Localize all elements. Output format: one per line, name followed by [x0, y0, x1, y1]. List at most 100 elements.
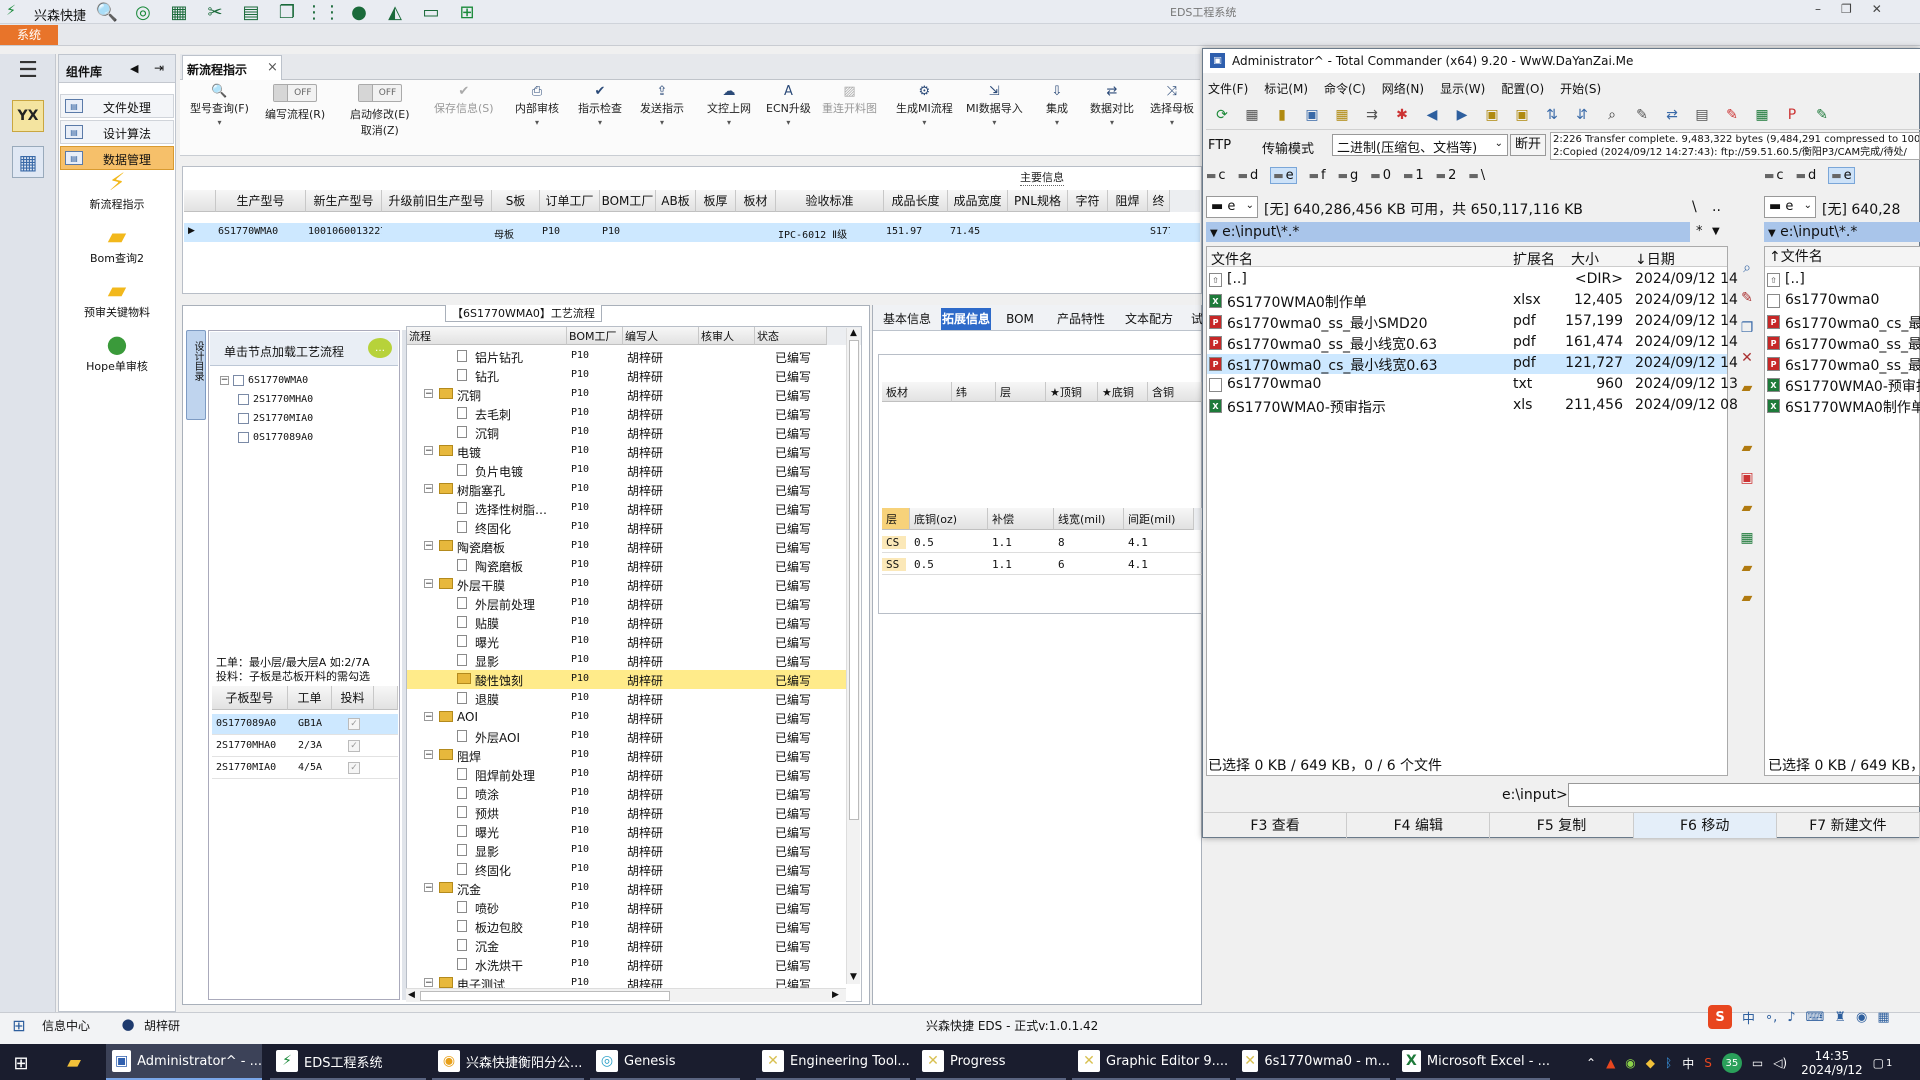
info-tab-1[interactable]: 拓展信息 [941, 308, 991, 330]
grid1-col[interactable]: 含铜 [1148, 382, 1202, 402]
close-icon[interactable]: ✕ [1872, 2, 1882, 16]
excel-icon[interactable]: ▦ [1750, 104, 1774, 126]
rename-icon[interactable]: ✎ [1630, 104, 1654, 126]
toolbar-button-2[interactable]: OFF 启动修改(E) 取消(Z) [350, 84, 410, 138]
scissors-icon[interactable]: ✂ [204, 2, 226, 23]
file-col-2[interactable]: 大小 [1571, 249, 1599, 269]
chart-icon[interactable]: ◭ [384, 2, 406, 23]
drive-button-d[interactable]: ▬ d [1796, 168, 1817, 183]
tree-expander-icon[interactable]: − [424, 750, 433, 760]
taskbar-item-8[interactable]: X Microsoft Excel - ... [1396, 1044, 1550, 1080]
toolbar-button-10[interactable]: ⚙ 生成MI流程 ▾ [896, 84, 953, 127]
toolbar-button-13[interactable]: ⇄ 数据对比 ▾ [1090, 84, 1134, 127]
ftp-log[interactable]: 2:226 Transfer complete. 9,483,322 bytes… [1550, 132, 1920, 160]
fkey-button-0[interactable]: F3 查看 [1204, 813, 1348, 838]
sogou-icon[interactable]: S [1708, 1005, 1732, 1029]
flow-row[interactable]: 显影 P10 胡梓研 已编写 [407, 651, 847, 670]
drive-button-2[interactable]: ▬ 2 [1436, 168, 1457, 183]
main-info-col[interactable]: S板 [492, 190, 540, 212]
grid2-row[interactable]: CS 0.5 1.1 8 4.1 [882, 532, 1202, 553]
minimize-icon[interactable]: – [1815, 2, 1821, 16]
search-icon[interactable]: ⌕ [1600, 104, 1624, 126]
taskbar-item-6[interactable]: ✕ Graphic Editor 9.... [1072, 1044, 1230, 1080]
taskbar-item-4[interactable]: ✕ Engineering Tool... [756, 1044, 910, 1080]
flow-row[interactable]: 钻孔 P10 胡梓研 已编写 [407, 366, 847, 385]
drive-button-c[interactable]: ▬ c [1764, 168, 1784, 183]
main-info-col[interactable]: 成品宽度 [948, 190, 1008, 212]
toolbar-button-1[interactable]: OFF 编写流程(R) [265, 84, 325, 122]
sub-board-feed-checkbox[interactable]: ✓ [348, 762, 360, 774]
flow-row[interactable]: 负片电镀 P10 胡梓研 已编写 [407, 461, 847, 480]
collapse-left-icon[interactable]: ◀ [130, 62, 138, 75]
cmd-input[interactable] [1568, 783, 1920, 807]
drive-button-f[interactable]: ▬ f [1309, 168, 1326, 183]
flow-row[interactable]: 贴膜 P10 胡梓研 已编写 [407, 613, 847, 632]
flow-row[interactable]: 喷涂 P10 胡梓研 已编写 [407, 784, 847, 803]
tray-clock[interactable]: 14:35 2024/9/12 [1801, 1049, 1863, 1077]
grid2-col[interactable]: 底铜(oz) [910, 508, 988, 530]
main-info-col[interactable]: AB板 [656, 190, 696, 212]
calculator-icon[interactable]: ▦ [12, 146, 44, 178]
flow-col[interactable]: 流程 [407, 327, 567, 345]
side-folder-icon[interactable]: ▰ [1742, 380, 1753, 396]
editor-icon[interactable]: ✎ [1810, 104, 1834, 126]
file-row[interactable]: 6s1770wma0 txt 960 2024/09/12 13 [1207, 375, 1738, 395]
tree-expander-icon[interactable]: − [424, 446, 433, 456]
design-dir-tab[interactable]: 设计目录 [186, 330, 206, 420]
doc-tab-close-icon[interactable]: × [267, 60, 278, 75]
flow-row[interactable]: − 外层干膜 P10 胡梓研 已编写 [407, 575, 847, 594]
taskbar-item-0[interactable]: ▣ Administrator^ - ... [106, 1044, 262, 1080]
left-drive-select[interactable]: ▬ e ⌄ [1206, 196, 1258, 218]
tree-expander-icon[interactable]: − [424, 712, 433, 722]
sub-board-col[interactable]: 工单 [288, 686, 332, 710]
grid-icon[interactable]: ⋮⋮ [305, 2, 341, 23]
scroll-down-icon[interactable]: ▼ [850, 972, 857, 982]
ime-chinese-icon[interactable]: 中 [1742, 1008, 1755, 1027]
tray-notification-icon[interactable]: ▢ [1873, 1056, 1884, 1070]
tree-node[interactable]: 2S1770MHA0 [238, 391, 313, 407]
user-icon[interactable]: ● [348, 2, 370, 23]
info-center-label[interactable]: 信息中心 [42, 1017, 90, 1034]
tray-volume-icon[interactable]: ◁) [1773, 1056, 1787, 1070]
side-delete-icon[interactable]: ✕ [1741, 350, 1753, 366]
file-col-1[interactable]: 扩展名 [1513, 249, 1555, 269]
flow-row[interactable]: − 阻焊 P10 胡梓研 已编写 [407, 746, 847, 765]
unpack-icon[interactable]: ▣ [1510, 104, 1534, 126]
tree-expander-icon[interactable]: − [424, 484, 433, 494]
brief-icon[interactable]: ▦ [1240, 104, 1264, 126]
side-folder-icon-4[interactable]: ▰ [1742, 590, 1753, 606]
flow-row[interactable]: 阻焊前处理 P10 胡梓研 已编写 [407, 765, 847, 784]
main-info-col[interactable]: 板材 [736, 190, 776, 212]
notepad-icon[interactable]: ▤ [1690, 104, 1714, 126]
tree-expander-icon[interactable]: − [424, 389, 433, 399]
ime-keyboard-icon[interactable]: ⌨ [1806, 1010, 1825, 1025]
paint-icon[interactable]: ✎ [1720, 104, 1744, 126]
flow-row[interactable]: − 电镀 P10 胡梓研 已编写 [407, 442, 847, 461]
tc-menu-item[interactable]: 命令(C) [1324, 80, 1366, 97]
start-icon[interactable]: ⊞ [10, 1052, 32, 1074]
toolbar-button-0[interactable]: 🔍 型号查询(F) ▾ [190, 84, 249, 127]
main-info-col[interactable]: 升级前旧生产型号 [382, 190, 492, 212]
tray-bluetooth-icon[interactable]: ᛒ [1665, 1056, 1672, 1070]
sub-board-row[interactable]: 0S177089A0 GB1A ✓ [212, 714, 398, 735]
fkey-button-2[interactable]: F5 复制 [1490, 813, 1634, 838]
side-excel-icon[interactable]: ▦ [1740, 530, 1753, 546]
yx-logo-icon[interactable]: YX [12, 100, 44, 132]
grid2-row[interactable]: SS 0.5 1.1 6 4.1 [882, 554, 1202, 575]
copy-icon[interactable]: ❐ [276, 2, 298, 23]
flow-row[interactable]: 预烘 P10 胡梓研 已编写 [407, 803, 847, 822]
system-tab[interactable]: 系统 [0, 25, 58, 45]
toolbar-button-6[interactable]: ⇪ 发送指示 ▾ [640, 84, 684, 127]
windows-icon[interactable]: ⊞ [456, 2, 478, 23]
ime-mic-icon[interactable]: ♪ [1787, 1010, 1795, 1025]
hscroll-right-icon[interactable]: ▶ [832, 990, 839, 1000]
flow-row[interactable]: 终固化 P10 胡梓研 已编写 [407, 860, 847, 879]
tray-app-icon-3[interactable]: ◆ [1646, 1056, 1655, 1070]
drive-button-c[interactable]: ▬ c [1206, 168, 1226, 183]
tc-menu-item[interactable]: 显示(W) [1440, 80, 1485, 97]
toolbar-button-7[interactable]: ☁ 文控上网 ▾ [707, 84, 751, 127]
left-up-button[interactable]: .. [1712, 199, 1721, 215]
flow-row[interactable]: 沉金 P10 胡梓研 已编写 [407, 936, 847, 955]
flow-row[interactable]: − 树脂塞孔 P10 胡梓研 已编写 [407, 480, 847, 499]
compare-icon[interactable]: ⇄ [1660, 104, 1684, 126]
